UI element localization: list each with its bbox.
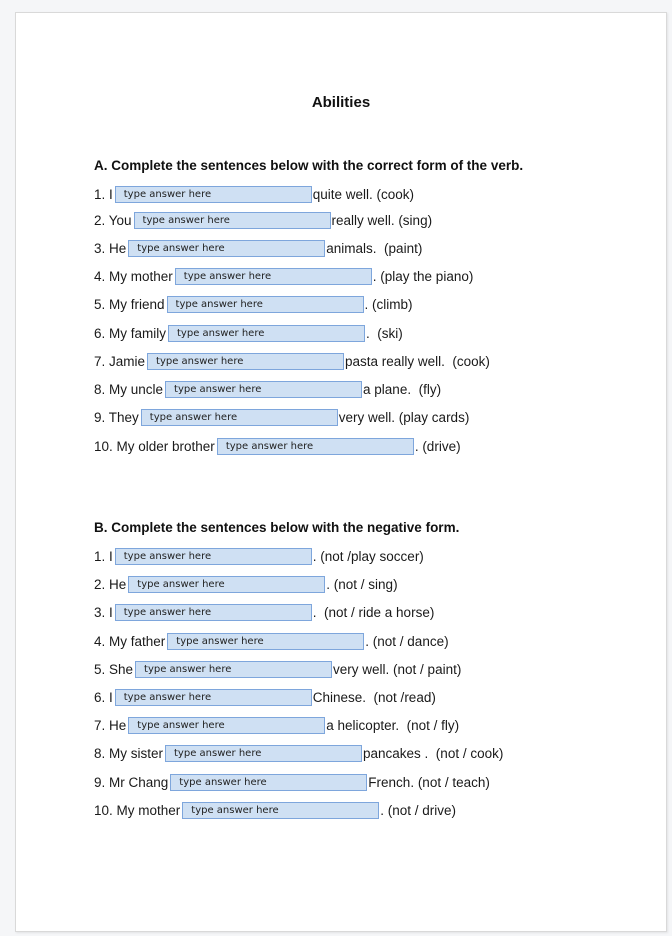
sentence-row: 4. My mother . (play the piano) [94,266,473,286]
sentence-row: 3. He animals. (paint) [94,238,422,258]
sentence-prefix: 8. My sister [94,745,164,761]
answer-input[interactable] [114,185,312,203]
answer-input[interactable] [170,773,368,791]
answer-input[interactable] [167,632,365,650]
sentence-suffix: a helicopter. (not / fly) [326,717,460,733]
sentence-row: 9. They very well. (play cards) [94,407,469,427]
sentence-row: 7. Jamie pasta really well. (cook) [94,351,490,371]
sentence-suffix: Chinese. (not /read) [312,689,436,705]
answer-input[interactable] [165,380,363,398]
page-title: Abilities [311,94,371,111]
sentence-row: 7. He a helicopter. (not / fly) [94,715,459,735]
sentence-suffix: pancakes . (not / cook) [363,745,504,761]
section-a-heading: A. Complete the sentences below with the… [94,158,524,173]
sentence-suffix: very well. (play cards) [338,409,470,425]
answer-input[interactable] [128,239,326,257]
sentence-row: 4. My father . (not / dance) [94,631,449,651]
sentence-prefix: 6. I [94,689,113,705]
sentence-prefix: 5. My friend [94,296,165,312]
sentence-suffix: French. (not / teach) [368,774,490,790]
sentence-prefix: 7. He [94,717,127,733]
sentence-prefix: 4. My father [94,633,166,649]
sentence-suffix: . (drive) [414,438,461,454]
sentence-suffix: . (not / dance) [365,633,449,649]
sentence-prefix: 10. My older brother [94,438,215,454]
sentence-suffix: . (not /play soccer) [312,548,424,564]
answer-input[interactable] [166,295,364,313]
sentence-row: 9. Mr Chang French. (not / teach) [94,772,490,792]
sentence-prefix: 9. They [94,409,139,425]
answer-input[interactable] [135,660,333,678]
sentence-prefix: 3. He [94,240,127,256]
answer-input[interactable] [216,437,414,455]
sentence-suffix: a plane. (fly) [363,381,442,397]
answer-input[interactable] [165,744,363,762]
answer-input[interactable] [182,801,380,819]
sentence-suffix: . (not / sing) [326,576,398,592]
sentence-row: 5. She very well. (not / paint) [94,659,461,679]
sentence-prefix: 1. I [94,548,113,564]
sentence-prefix: 5. She [94,661,134,677]
sentence-row: 8. My sister pancakes . (not / cook) [94,743,503,763]
sentence-prefix: 3. I [94,604,113,620]
sentence-prefix: 7. Jamie [94,353,146,369]
sentence-prefix: 4. My mother [94,268,173,284]
answer-input[interactable] [128,575,326,593]
sentence-row: 1. I quite well. (cook) [94,184,414,204]
sentence-row: 8. My uncle a plane. (fly) [94,379,441,399]
answer-input[interactable] [114,688,312,706]
answer-input[interactable] [133,211,331,229]
answer-input[interactable] [147,352,345,370]
sentence-suffix: . (climb) [364,296,413,312]
sentence-prefix: 1. I [94,186,113,202]
sentence-prefix: 10. My mother [94,802,181,818]
sentence-suffix: . (play the piano) [372,268,474,284]
answer-input[interactable] [174,267,372,285]
worksheet-page: Abilities A. Complete the sentences belo… [15,12,667,932]
answer-input[interactable] [114,603,312,621]
sentence-suffix: quite well. (cook) [312,186,415,202]
sentence-row: 2. He . (not / sing) [94,574,398,594]
sentence-prefix: 8. My uncle [94,381,164,397]
sentence-row: 5. My friend . (climb) [94,294,413,314]
sentence-prefix: 2. He [94,576,127,592]
answer-input[interactable] [140,408,338,426]
answer-input[interactable] [168,324,366,342]
sentence-suffix: . (ski) [366,325,403,341]
sentence-row: 6. I Chinese. (not /read) [94,687,436,707]
sentence-suffix: . (not / ride a horse) [312,604,435,620]
sentence-suffix: pasta really well. (cook) [345,353,490,369]
sentence-prefix: 6. My family [94,325,167,341]
sentence-row: 2. You really well. (sing) [94,210,432,230]
sentence-row: 10. My mother . (not / drive) [94,800,456,820]
sentence-row: 3. I . (not / ride a horse) [94,602,434,622]
sentence-suffix: animals. (paint) [326,240,423,256]
sentence-suffix: very well. (not / paint) [333,661,462,677]
sentence-suffix: . (not / drive) [380,802,457,818]
sentence-suffix: really well. (sing) [331,212,433,228]
sentence-row: 1. I . (not /play soccer) [94,546,424,566]
answer-input[interactable] [128,716,326,734]
section-b-heading: B. Complete the sentences below with the… [94,520,460,535]
sentence-prefix: 9. Mr Chang [94,774,169,790]
sentence-row: 10. My older brother . (drive) [94,436,461,456]
sentence-row: 6. My family . (ski) [94,323,403,343]
answer-input[interactable] [114,547,312,565]
sentence-prefix: 2. You [94,212,132,228]
